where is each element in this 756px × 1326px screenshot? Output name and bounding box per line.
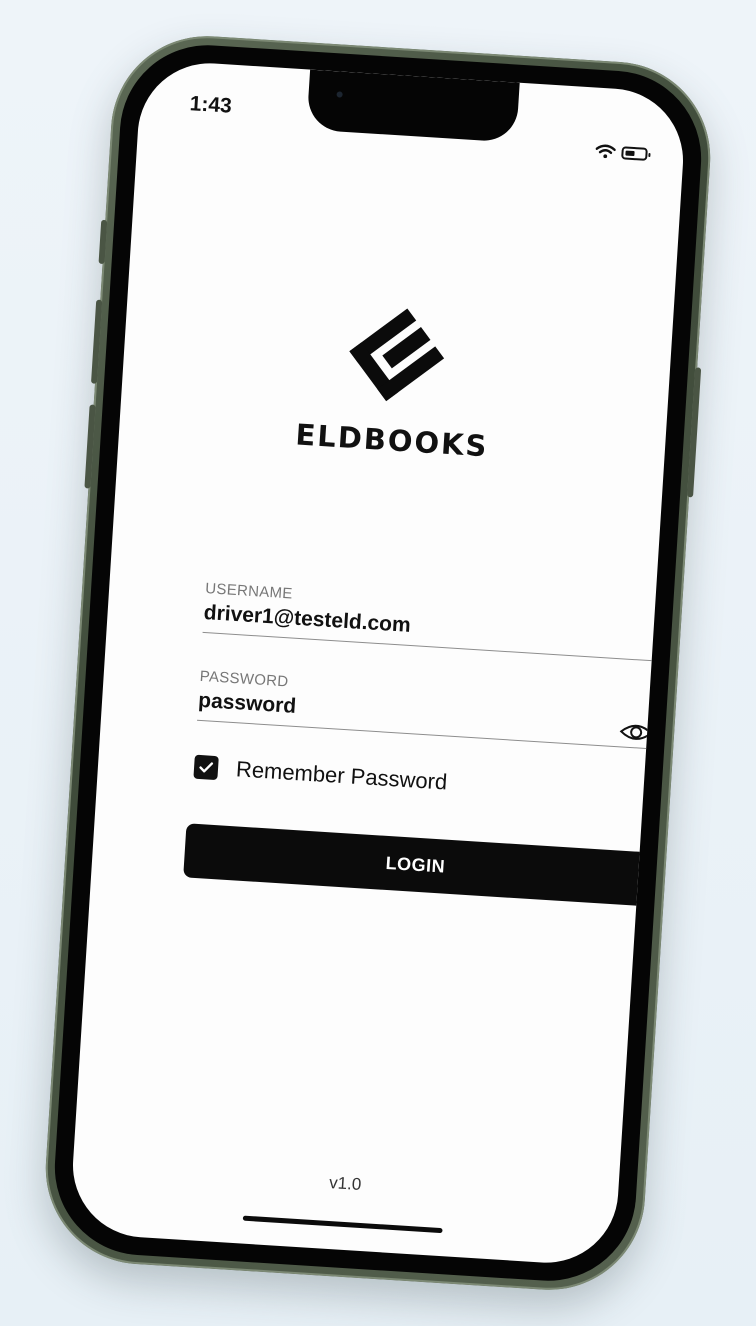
app-version: v1.0 (328, 1172, 362, 1194)
username-field[interactable]: USERNAME driver1@testeld.com (202, 580, 663, 662)
remember-password-checkbox[interactable] (193, 754, 219, 781)
scene-background: 1:43 ELDBOOKS USERNAME driver1@testeld.c… (0, 0, 756, 1326)
login-button[interactable]: LOGIN (183, 823, 648, 907)
wifi-icon (595, 144, 616, 159)
phone-device: 1:43 ELDBOOKS USERNAME driver1@testeld.c… (39, 30, 717, 1296)
checkmark-icon (199, 762, 214, 773)
status-icons (595, 144, 651, 161)
status-time: 1:43 (189, 92, 233, 118)
battery-level (625, 150, 635, 156)
camera-icon (336, 91, 343, 98)
password-field[interactable]: PASSWORD password (197, 667, 658, 750)
eldbooks-logo-icon (349, 308, 445, 402)
remember-password-label[interactable]: Remember Password (235, 756, 448, 795)
remember-password-row[interactable]: Remember Password (193, 754, 448, 796)
brand-name: ELDBOOKS (294, 417, 490, 464)
notch (306, 69, 520, 143)
battery-tip (648, 152, 651, 157)
home-indicator[interactable] (242, 1215, 443, 1234)
app-screen: 1:43 ELDBOOKS USERNAME driver1@testeld.c… (68, 59, 688, 1267)
battery-icon (621, 145, 651, 161)
